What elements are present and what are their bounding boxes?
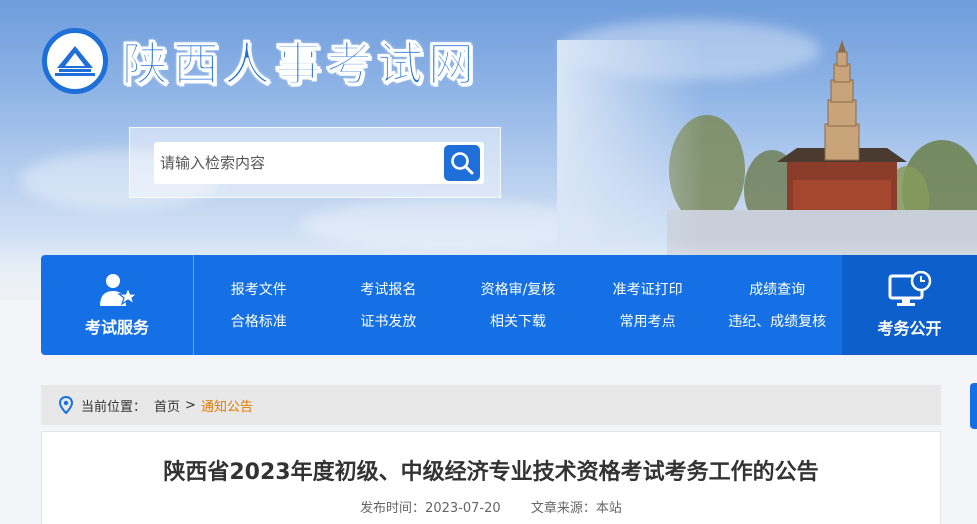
emblem-icon — [42, 28, 108, 94]
nav-link-certificate[interactable]: 证书发放 — [324, 311, 454, 331]
search-input[interactable] — [154, 142, 484, 184]
nav-exam-service-label: 考试服务 — [84, 318, 149, 337]
search-box — [129, 127, 501, 198]
nav-exam-public-label: 考务公开 — [877, 319, 942, 338]
location-pin-icon — [59, 396, 73, 414]
breadcrumb-home-link[interactable]: 首页 — [154, 396, 180, 415]
breadcrumb-prefix: 当前位置： — [81, 399, 147, 415]
publish-date-label: 发布时间： — [360, 501, 426, 516]
nav-link-downloads[interactable]: 相关下载 — [453, 311, 583, 331]
nav-link-admission-ticket[interactable]: 准考证打印 — [583, 279, 713, 299]
nav-link-score-query[interactable]: 成绩查询 — [712, 279, 842, 299]
user-star-icon — [100, 274, 137, 306]
article-meta: 发布时间：2023-07-20 文章来源：本站 — [42, 497, 940, 516]
site-title: 陕西人事考试网 — [122, 37, 479, 92]
site-logo[interactable]: 陕西人事考试网 — [42, 28, 479, 94]
nav-links: 报考文件 考试报名 资格审/复核 准考证打印 成绩查询 合格标准 证书发放 相关… — [194, 255, 842, 355]
search-icon — [451, 152, 474, 175]
nav-link-violation-review[interactable]: 违纪、成绩复核 — [712, 311, 842, 331]
breadcrumb-separator: > — [185, 397, 196, 413]
publish-date: 2023-07-20 — [425, 501, 501, 516]
article-source: 本站 — [595, 501, 622, 516]
nav-link-qualification-review[interactable]: 资格审/复核 — [453, 279, 583, 299]
article-container: 陕西省2023年度初级、中级经济专业技术资格考试考务工作的公告 发布时间：202… — [41, 431, 941, 524]
article-title: 陕西省2023年度初级、中级经济专业技术资格考试考务工作的公告 — [163, 460, 819, 485]
breadcrumb: 当前位置： 首页 > 通知公告 — [41, 385, 941, 425]
nav-link-exam-documents[interactable]: 报考文件 — [194, 279, 324, 299]
monitor-clock-icon — [888, 271, 931, 306]
pagoda-scene-illustration — [557, 40, 977, 260]
nav-exam-service[interactable]: 考试服务 — [41, 255, 194, 355]
nav-link-pass-standard[interactable]: 合格标准 — [194, 311, 324, 331]
nav-link-exam-sites[interactable]: 常用考点 — [583, 311, 713, 331]
breadcrumb-current[interactable]: 通知公告 — [201, 396, 253, 415]
nav-link-exam-registration[interactable]: 考试报名 — [324, 279, 454, 299]
side-floating-tab[interactable] — [970, 383, 977, 429]
search-button[interactable] — [444, 145, 480, 181]
nav-exam-public[interactable]: 考务公开 — [842, 255, 977, 355]
main-nav: 考试服务 报考文件 考试报名 资格审/复核 准考证打印 成绩查询 合格标准 证书… — [41, 255, 977, 355]
source-label: 文章来源： — [530, 501, 596, 516]
